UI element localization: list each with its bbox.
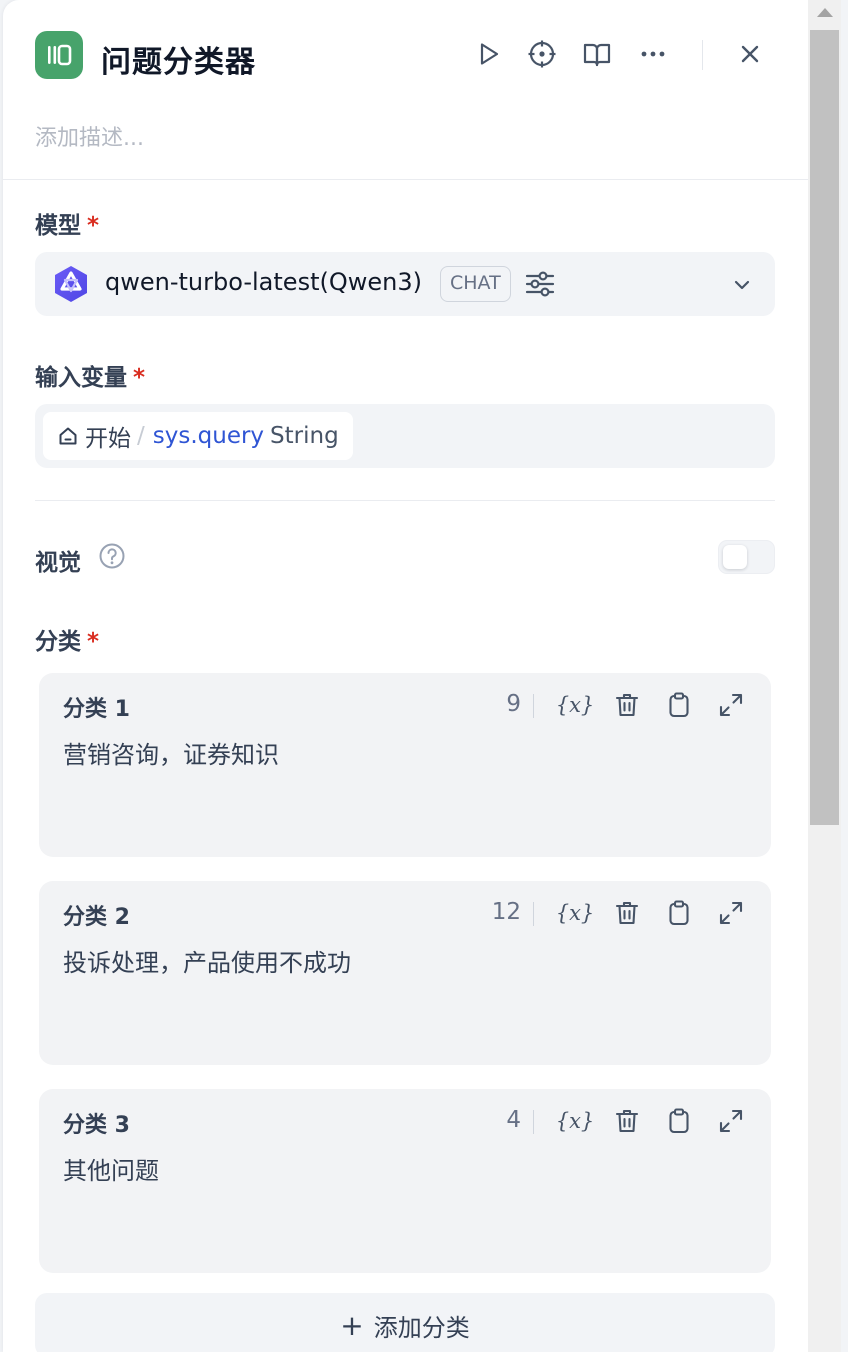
input-variable-label: 输入变量 * <box>35 358 145 392</box>
variable-chip[interactable]: 开始 / sys.query String <box>43 412 353 460</box>
variable-separator: / <box>137 423 145 449</box>
model-mode-badge: CHAT <box>440 266 511 302</box>
class-char-count: 12 <box>491 899 521 925</box>
expand-class-button[interactable] <box>713 687 749 723</box>
variable-node-name: 开始 <box>85 426 131 452</box>
required-mark: * <box>87 629 100 655</box>
model-selector[interactable]: qwen-turbo-latest(Qwen3) CHAT <box>35 252 775 316</box>
add-class-button[interactable]: + 添加分类 <box>35 1293 775 1352</box>
class-title: 分类 1 <box>63 697 130 722</box>
input-variable-label-text: 输入变量 <box>35 365 127 391</box>
model-label-text: 模型 <box>35 213 81 239</box>
trash-icon <box>615 693 639 717</box>
clipboard-icon <box>669 900 689 926</box>
copy-class-button[interactable] <box>661 895 697 931</box>
variable-type: String <box>270 423 339 449</box>
input-variable-field[interactable]: 开始 / sys.query String <box>35 404 775 468</box>
class-item[interactable]: 分类 1 9 {x} 营销咨询，证券知识 <box>39 673 771 857</box>
count-divider <box>533 694 534 718</box>
plus-icon: + <box>340 1308 364 1342</box>
copy-class-button[interactable] <box>661 687 697 723</box>
run-button[interactable] <box>470 36 506 72</box>
add-class-label: 添加分类 <box>373 1313 470 1342</box>
class-title: 分类 3 <box>63 1113 130 1138</box>
qwen-logo-icon <box>55 266 87 302</box>
close-button[interactable] <box>732 36 768 72</box>
delete-class-button[interactable] <box>609 895 645 931</box>
scrollbar[interactable] <box>808 0 841 1352</box>
class-title: 分类 2 <box>63 905 130 930</box>
classes-label-text: 分类 <box>35 629 81 655</box>
clipboard-icon <box>669 692 689 718</box>
question-classifier-icon <box>35 31 83 79</box>
expand-icon <box>719 1109 743 1133</box>
copy-class-button[interactable] <box>661 1103 697 1139</box>
panel-header: 问题分类器 添加描述... <box>3 0 808 180</box>
trash-icon <box>615 1109 639 1133</box>
help-circle-icon[interactable] <box>98 542 126 570</box>
required-mark: * <box>133 365 146 391</box>
node-config-panel: 问题分类器 添加描述... 模型 * qwen-turbo-latest(Qwe… <box>3 0 808 1352</box>
class-item[interactable]: 分类 3 4 {x} 其他问题 <box>39 1089 771 1273</box>
scrollbar-thumb[interactable] <box>810 30 839 825</box>
variable-name: sys.query <box>152 423 265 449</box>
more-button[interactable] <box>635 36 671 72</box>
model-name: qwen-turbo-latest(Qwen3) <box>105 268 422 296</box>
description-field[interactable]: 添加描述... <box>35 120 144 152</box>
class-text[interactable]: 营销咨询，证券知识 <box>63 735 279 770</box>
required-mark: * <box>87 213 100 239</box>
expand-icon <box>719 693 743 717</box>
count-divider <box>533 902 534 926</box>
model-settings-icon[interactable] <box>524 268 556 300</box>
crosshair-icon <box>528 40 556 68</box>
expand-class-button[interactable] <box>713 895 749 931</box>
class-item[interactable]: 分类 2 12 {x} 投诉处理，产品使用不成功 <box>39 881 771 1065</box>
variable-icon: {x} <box>555 693 595 717</box>
close-icon <box>741 45 759 63</box>
vision-toggle[interactable] <box>718 540 775 574</box>
node-title[interactable]: 问题分类器 <box>101 37 256 81</box>
classes-label: 分类 * <box>35 622 99 656</box>
chevron-down-icon <box>734 280 750 290</box>
vision-label: 视觉 <box>35 550 81 576</box>
section-divider <box>35 500 775 501</box>
delete-class-button[interactable] <box>609 687 645 723</box>
scroll-up-arrow-icon[interactable] <box>817 8 833 17</box>
expand-icon <box>719 901 743 925</box>
locate-button[interactable] <box>524 36 560 72</box>
toggle-knob <box>723 545 747 569</box>
delete-class-button[interactable] <box>609 1103 645 1139</box>
insert-variable-button[interactable]: {x} <box>555 1103 595 1139</box>
insert-variable-button[interactable]: {x} <box>555 687 595 723</box>
more-dots-icon <box>641 51 665 57</box>
class-char-count: 4 <box>506 1107 521 1133</box>
insert-variable-button[interactable]: {x} <box>555 895 595 931</box>
class-char-count: 9 <box>506 691 521 717</box>
docs-button[interactable] <box>579 36 615 72</box>
count-divider <box>533 1110 534 1134</box>
model-label: 模型 * <box>35 206 99 240</box>
variable-icon: {x} <box>555 901 595 925</box>
play-icon <box>480 43 499 65</box>
class-text[interactable]: 投诉处理，产品使用不成功 <box>63 943 351 978</box>
expand-class-button[interactable] <box>713 1103 749 1139</box>
clipboard-icon <box>669 1108 689 1134</box>
book-icon <box>583 43 611 67</box>
home-icon <box>59 427 77 445</box>
trash-icon <box>615 901 639 925</box>
variable-icon: {x} <box>555 1109 595 1133</box>
class-text[interactable]: 其他问题 <box>63 1151 159 1186</box>
header-divider <box>702 40 703 70</box>
